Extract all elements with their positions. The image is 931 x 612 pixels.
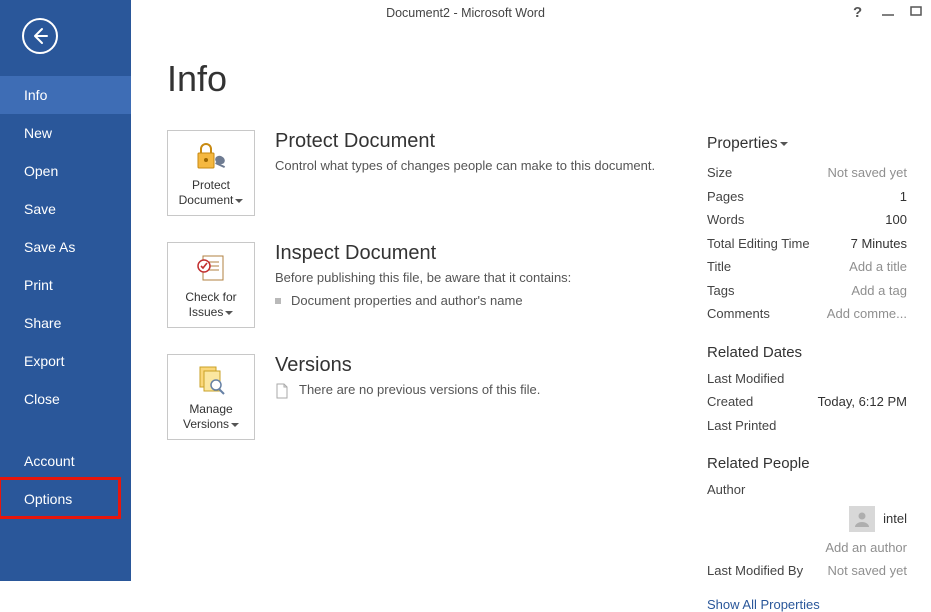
related-dates-header: Related Dates — [707, 344, 907, 361]
lock-icon — [194, 140, 228, 172]
date-label: Created — [707, 392, 753, 412]
inspect-title: Inspect Document — [275, 242, 571, 265]
property-value[interactable]: Add comme... — [827, 304, 907, 324]
sidebar-item-options[interactable]: Options — [0, 480, 131, 518]
sidebar-item-account[interactable]: Account — [0, 442, 131, 480]
restore-icon[interactable] — [909, 4, 923, 18]
date-label: Last Printed — [707, 416, 776, 436]
sidebar-item-open[interactable]: Open — [0, 152, 131, 190]
sidebar-item-info[interactable]: Info — [0, 76, 131, 114]
property-label: Words — [707, 210, 744, 230]
sidebar-item-save[interactable]: Save — [0, 190, 131, 228]
versions-icon — [194, 364, 228, 396]
lastmodby-value: Not saved yet — [828, 561, 908, 581]
date-row: Last Modified — [707, 367, 907, 391]
property-label: Comments — [707, 304, 770, 324]
help-icon[interactable]: ? — [853, 4, 867, 18]
versions-text: There are no previous versions of this f… — [299, 381, 540, 400]
sidebar-item-close[interactable]: Close — [0, 380, 131, 418]
author-name: intel — [883, 511, 907, 526]
add-author-link[interactable]: Add an author — [825, 538, 907, 558]
property-row: Tags Add a tag — [707, 279, 907, 303]
bullet-icon — [275, 298, 281, 304]
lastmodby-label: Last Modified By — [707, 561, 803, 581]
property-label: Pages — [707, 187, 744, 207]
property-value[interactable]: Add a tag — [851, 281, 907, 301]
property-value: 100 — [885, 210, 907, 230]
avatar-icon — [849, 506, 875, 532]
date-label: Last Modified — [707, 369, 784, 389]
versions-title: Versions — [275, 354, 540, 377]
properties-dropdown[interactable]: Properties — [707, 135, 907, 153]
property-row: Size Not saved yet — [707, 161, 907, 185]
window-title: Document2 - Microsoft Word — [0, 6, 931, 20]
date-row: Last Printed — [707, 414, 907, 438]
page-title: Info — [167, 58, 901, 100]
property-row: Title Add a title — [707, 255, 907, 279]
property-value[interactable]: Add a title — [849, 257, 907, 277]
sidebar-item-share[interactable]: Share — [0, 304, 131, 342]
sidebar-item-print[interactable]: Print — [0, 266, 131, 304]
protect-text: Control what types of changes people can… — [275, 157, 655, 176]
author-label: Author — [707, 480, 745, 500]
date-row: Created Today, 6:12 PM — [707, 390, 907, 414]
minimize-icon[interactable] — [881, 4, 895, 18]
property-row: Total Editing Time 7 Minutes — [707, 232, 907, 256]
property-row: Comments Add comme... — [707, 302, 907, 326]
property-label: Tags — [707, 281, 734, 301]
date-value: Today, 6:12 PM — [818, 392, 907, 412]
title-bar: Document2 - Microsoft Word ? — [0, 0, 931, 40]
property-row: Pages 1 — [707, 185, 907, 209]
show-all-properties-link[interactable]: Show All Properties — [707, 597, 907, 612]
sidebar-item-export[interactable]: Export — [0, 342, 131, 380]
inspect-bullet: Document properties and author's name — [291, 292, 523, 311]
related-people-header: Related People — [707, 455, 907, 472]
protect-title: Protect Document — [275, 130, 655, 153]
sidebar-item-new[interactable]: New — [0, 114, 131, 152]
inspect-intro: Before publishing this file, be aware th… — [275, 269, 571, 288]
property-value[interactable]: Not saved yet — [828, 163, 908, 183]
author-entry[interactable]: intel — [707, 506, 907, 532]
property-label: Size — [707, 163, 732, 183]
property-label: Total Editing Time — [707, 234, 810, 254]
property-label: Title — [707, 257, 731, 277]
manage-versions-button[interactable]: Manage Versions — [167, 354, 255, 440]
property-value: 7 Minutes — [851, 234, 907, 254]
protect-document-button[interactable]: Protect Document — [167, 130, 255, 216]
info-pane: Info Protect Document Protect Document C… — [131, 0, 931, 581]
property-value: 1 — [900, 187, 907, 207]
document-icon — [275, 383, 289, 399]
check-for-issues-button[interactable]: Check for Issues — [167, 242, 255, 328]
chevron-down-icon — [780, 142, 788, 146]
chevron-down-icon — [225, 311, 233, 315]
checklist-icon — [194, 252, 228, 284]
properties-panel: Properties Size Not saved yet Pages 1 Words 1… — [707, 135, 907, 612]
property-row: Words 100 — [707, 208, 907, 232]
sidebar-item-save-as[interactable]: Save As — [0, 228, 131, 266]
chevron-down-icon — [231, 423, 239, 427]
backstage-sidebar: InfoNewOpenSaveSave AsPrintShareExportCl… — [0, 0, 131, 581]
chevron-down-icon — [235, 199, 243, 203]
